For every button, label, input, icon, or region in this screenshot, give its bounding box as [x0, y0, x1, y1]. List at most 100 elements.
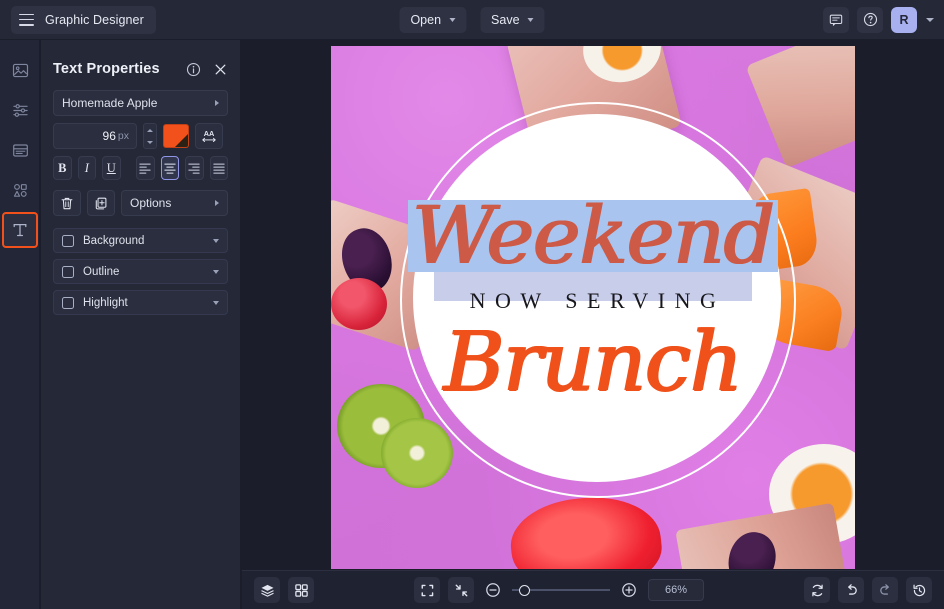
comment-button[interactable] — [823, 7, 849, 33]
font-family-select[interactable]: Homemade Apple — [53, 90, 228, 116]
collapse-button[interactable] — [448, 577, 474, 603]
open-button-label: Open — [410, 13, 441, 27]
hamburger-icon — [19, 14, 34, 26]
avatar[interactable]: R — [891, 7, 917, 33]
highlight-checkbox[interactable] — [62, 297, 74, 309]
history-controls — [804, 577, 932, 603]
text-t-icon — [11, 221, 29, 239]
text-now-serving[interactable]: NOW SERVING — [470, 288, 726, 314]
zoom-out-button[interactable] — [482, 579, 504, 601]
delete-button[interactable] — [53, 190, 81, 216]
save-button-label: Save — [491, 13, 520, 27]
shapes-icon — [12, 182, 29, 199]
zoom-out-icon — [485, 582, 501, 598]
chevron-down-icon[interactable] — [213, 270, 219, 274]
canvas-stage[interactable]: Weekend NOW SERVING Brunch — [242, 40, 944, 569]
align-right-icon — [187, 162, 201, 174]
font-size-row: 96 px AA — [53, 123, 228, 149]
duplicate-icon — [94, 196, 108, 211]
align-left-button[interactable] — [136, 156, 155, 180]
sidebar-item-shapes-tool[interactable] — [0, 170, 40, 210]
layers-button[interactable] — [254, 577, 280, 603]
sidebar-item-adjust-tool[interactable] — [0, 90, 40, 130]
close-icon[interactable] — [213, 62, 228, 77]
background-checkbox[interactable] — [62, 235, 74, 247]
zoom-slider-knob[interactable] — [519, 585, 530, 596]
font-size-unit: px — [118, 130, 129, 142]
design-canvas[interactable]: Weekend NOW SERVING Brunch — [331, 46, 855, 569]
background-label: Background — [83, 235, 204, 247]
zoom-level-value[interactable]: 66% — [648, 579, 704, 601]
chevron-right-icon — [215, 200, 219, 206]
letter-spacing-button[interactable]: AA — [195, 123, 223, 149]
text-style-row: B I U — [53, 156, 228, 180]
align-justify-button[interactable] — [210, 156, 229, 180]
redo-button[interactable] — [872, 577, 898, 603]
fit-to-screen-button[interactable] — [414, 577, 440, 603]
undo-button[interactable] — [838, 577, 864, 603]
top-bar-right-actions: R — [823, 7, 934, 33]
text-color-swatch[interactable] — [163, 124, 189, 148]
fit-to-screen-icon — [420, 583, 435, 598]
bold-button[interactable]: B — [53, 156, 72, 180]
font-size-input[interactable]: 96 px — [53, 123, 137, 149]
layout-icon — [12, 142, 29, 159]
selected-text-weekend[interactable]: Weekend — [408, 200, 778, 272]
sidebar-item-layout-tool[interactable] — [0, 130, 40, 170]
zoom-slider[interactable] — [512, 581, 610, 599]
info-circle-icon[interactable] — [186, 62, 201, 77]
reset-button[interactable] — [804, 577, 830, 603]
undo-icon — [844, 583, 859, 598]
grid-button[interactable] — [288, 577, 314, 603]
account-menu-chevron-down-icon[interactable] — [926, 18, 934, 22]
align-center-icon — [163, 162, 177, 174]
tool-rail — [0, 40, 40, 609]
outline-checkbox[interactable] — [62, 266, 74, 278]
text-brunch[interactable]: Brunch — [444, 324, 742, 402]
reset-icon — [810, 583, 825, 598]
align-right-button[interactable] — [185, 156, 204, 180]
align-justify-icon — [212, 162, 226, 174]
outline-label: Outline — [83, 266, 204, 278]
history-icon — [912, 583, 927, 598]
top-bar-center-actions: Open Save — [399, 7, 544, 33]
highlight-toggle-row[interactable]: Highlight — [53, 290, 228, 315]
panel-header: Text Properties — [53, 48, 228, 90]
sidebar-item-image-tool[interactable] — [0, 50, 40, 90]
outline-toggle-row[interactable]: Outline — [53, 259, 228, 284]
page-title: Text Properties — [53, 61, 186, 77]
options-button[interactable]: Options — [121, 190, 228, 216]
zoom-controls: 66% — [414, 577, 704, 603]
underline-button[interactable]: U — [102, 156, 121, 180]
collapse-icon — [454, 583, 469, 598]
top-bar: Graphic Designer Open Save — [0, 0, 944, 40]
save-button[interactable]: Save — [480, 7, 545, 33]
sidebar-item-text-tool[interactable] — [2, 212, 38, 248]
letter-spacing-icon: AA — [200, 128, 218, 144]
svg-text:AA: AA — [204, 129, 215, 138]
bottom-left-actions — [254, 577, 314, 603]
font-family-row: Homemade Apple — [53, 90, 228, 116]
font-size-stepper[interactable] — [143, 123, 157, 149]
app-menu-button[interactable]: Graphic Designer — [11, 6, 156, 34]
align-center-button[interactable] — [161, 156, 180, 180]
text-properties-panel: Text Properties Homemade Apple — [41, 40, 241, 609]
redo-icon — [878, 583, 893, 598]
app-title: Graphic Designer — [45, 13, 144, 27]
chevron-down-icon[interactable] — [213, 301, 219, 305]
help-button[interactable] — [857, 7, 883, 33]
app-root: Graphic Designer Open Save — [0, 0, 944, 609]
duplicate-button[interactable] — [87, 190, 115, 216]
bottom-toolbar: 66% — [242, 570, 944, 609]
background-toggle-row[interactable]: Background — [53, 228, 228, 253]
trash-icon — [60, 196, 74, 211]
history-button[interactable] — [906, 577, 932, 603]
zoom-in-button[interactable] — [618, 579, 640, 601]
chevron-down-icon[interactable] — [213, 239, 219, 243]
align-left-icon — [138, 162, 152, 174]
font-family-value: Homemade Apple — [62, 96, 215, 110]
italic-button[interactable]: I — [78, 156, 97, 180]
open-button[interactable]: Open — [399, 7, 466, 33]
comment-icon — [829, 13, 843, 27]
panel-header-actions — [186, 62, 228, 77]
